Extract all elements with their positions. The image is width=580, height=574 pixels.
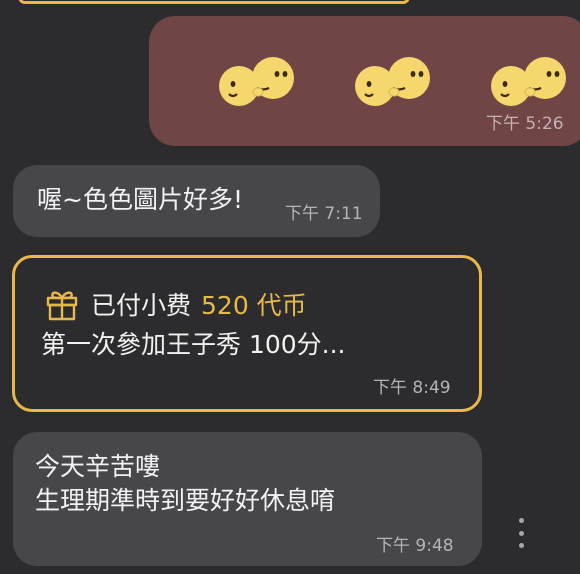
sticker-kiss-icon[interactable]	[483, 52, 579, 112]
message-timestamp: 下午 8:49	[373, 378, 451, 398]
message-text-line: 生理期準時到要好好休息唷	[35, 486, 336, 515]
tip-message-text: 第一次參加王子秀 100分...	[41, 330, 346, 359]
tip-amount: 520 代币	[201, 291, 307, 320]
chat-view: 下午 5:26 喔~色色圖片好多! 下午 7:11 已付小费 520 代币 第一…	[0, 0, 580, 574]
outgoing-sticker-message[interactable]: 下午 5:26	[149, 16, 580, 146]
message-timestamp: 下午 7:11	[285, 204, 363, 224]
sticker-kiss-icon[interactable]	[347, 52, 443, 112]
incoming-message[interactable]: 喔~色色圖片好多! 下午 7:11	[13, 165, 380, 237]
tip-message-card[interactable]: 已付小费 520 代币 第一次參加王子秀 100分... 下午 8:49	[12, 255, 482, 412]
message-timestamp: 下午 5:26	[486, 114, 564, 134]
tip-label: 已付小费	[91, 291, 192, 320]
message-timestamp: 下午 9:48	[376, 536, 454, 556]
incoming-message[interactable]: 今天辛苦嘍 生理期準時到要好好休息唷 下午 9:48	[13, 432, 482, 566]
message-text: 喔~色色圖片好多!	[37, 185, 243, 214]
tip-header: 已付小费 520 代币	[45, 286, 307, 322]
previous-message-bubble[interactable]	[18, 0, 410, 4]
message-text-line: 今天辛苦嘍	[35, 452, 161, 481]
more-options-icon[interactable]	[512, 518, 530, 548]
gift-icon	[46, 291, 78, 321]
sticker-kiss-icon[interactable]	[211, 52, 307, 112]
